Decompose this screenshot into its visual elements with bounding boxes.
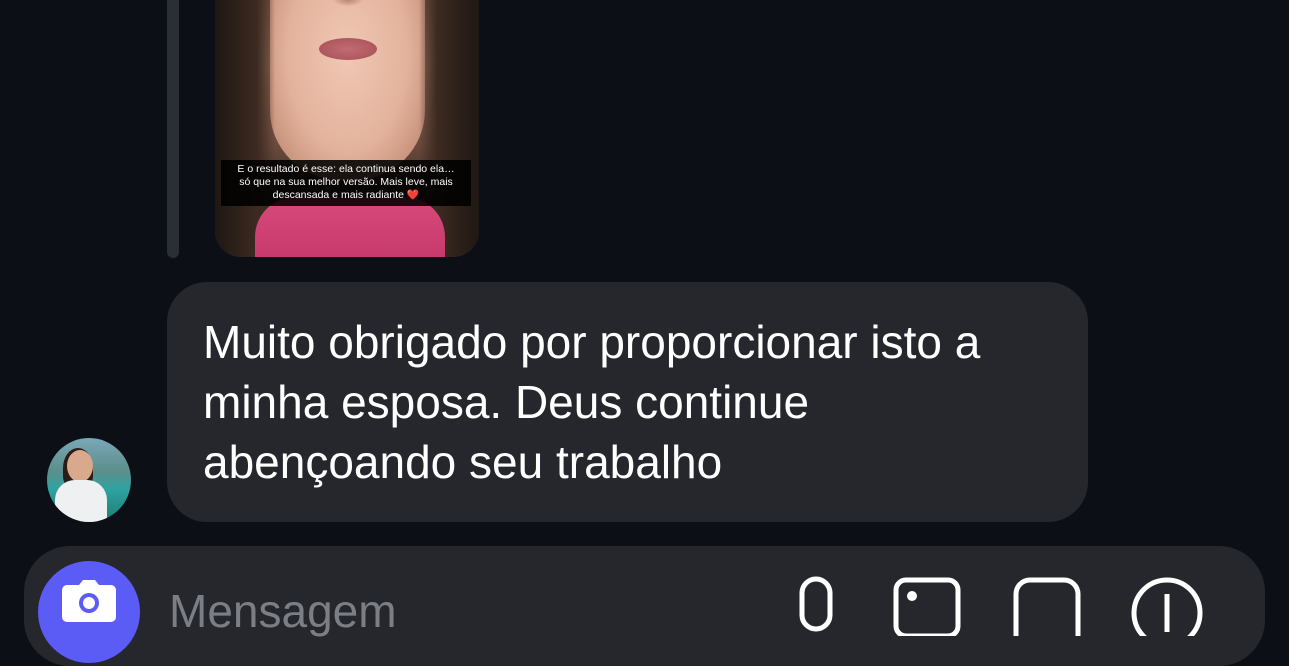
story-shirt xyxy=(255,197,445,257)
story-caption-line: E o resultado é esse: ela continua sendo… xyxy=(237,163,455,175)
microphone-button[interactable] xyxy=(796,576,836,641)
sticker-icon xyxy=(1013,577,1081,636)
camera-button[interactable] xyxy=(38,561,140,663)
microphone-icon xyxy=(799,576,833,632)
avatar[interactable] xyxy=(47,438,131,522)
message-bubble[interactable]: Muito obrigado por proporcionar isto a m… xyxy=(167,282,1088,522)
plus-icon xyxy=(1131,577,1203,649)
camera-icon xyxy=(62,580,116,622)
story-caption-line: só que na sua melhor versão. Mais leve, … xyxy=(239,176,453,188)
heart-icon: ❤️ xyxy=(406,190,420,201)
gallery-button[interactable] xyxy=(892,576,962,641)
story-caption: E o resultado é esse: ela continua sendo… xyxy=(221,160,471,206)
story-caption-line: descansada e mais radiante ❤️ xyxy=(225,189,467,202)
avatar-head xyxy=(67,450,93,482)
more-button[interactable] xyxy=(1130,576,1204,649)
message-text: Muito obrigado por proporcionar isto a m… xyxy=(203,316,981,488)
image-icon xyxy=(893,577,961,639)
message-composer xyxy=(24,546,1265,666)
sticker-button[interactable] xyxy=(1012,576,1082,641)
reply-thread-line xyxy=(167,0,179,258)
avatar-person xyxy=(55,448,107,522)
story-lips xyxy=(319,38,377,60)
story-face xyxy=(270,0,425,180)
message-input[interactable] xyxy=(169,584,769,638)
story-reply-thumbnail[interactable]: E o resultado é esse: ela continua sendo… xyxy=(215,0,479,257)
avatar-body xyxy=(55,480,107,522)
story-caption-text: descansada e mais radiante xyxy=(272,189,404,201)
